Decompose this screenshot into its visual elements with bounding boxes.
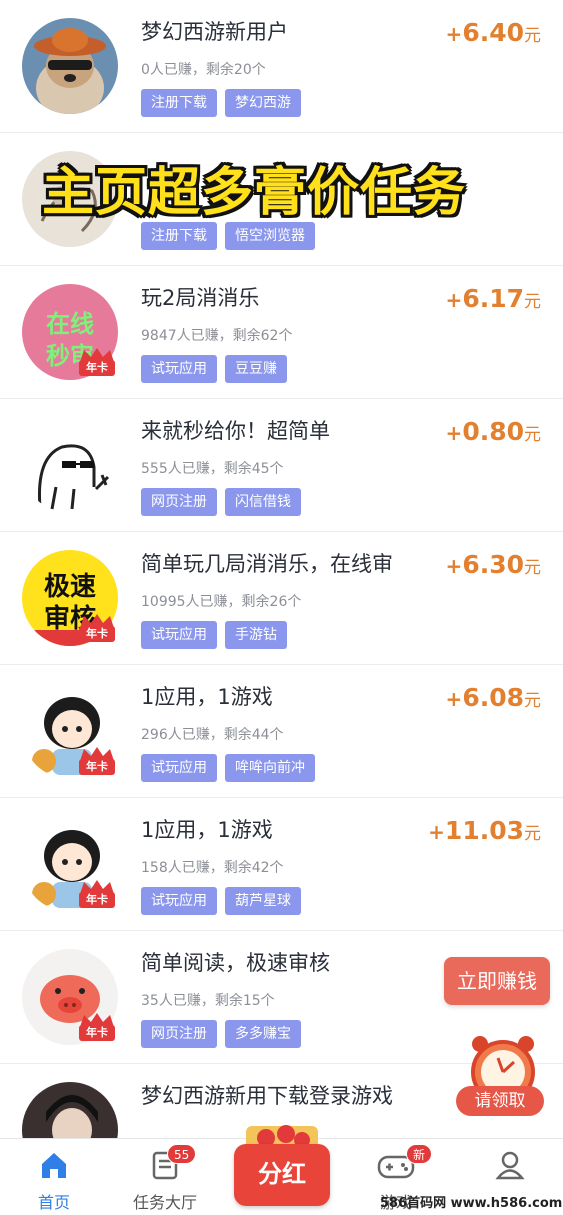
games-new-badge: 新: [406, 1144, 433, 1164]
task-title: 梦幻西游新用户: [141, 20, 288, 44]
watermark: 586首码网 www.h586.com: [380, 1196, 563, 1211]
task-item[interactable]: 年卡 1应用，1游戏 +6.08元 296人已赚，剩余44个 试玩应用 哞哞向前…: [0, 665, 563, 798]
home-icon: [42, 1153, 66, 1178]
annual-card-crown-icon: 年卡: [78, 614, 116, 644]
task-item[interactable]: 梦幻西游新用户 +6.40元 0人已赚，剩余20个 注册下载 梦幻西游: [0, 0, 563, 133]
task-stats: 158人已赚，剩余42个: [141, 860, 284, 876]
task-item[interactable]: 来就秒给你！超简单 +0.80元 555人已赚，剩余45个 网页注册 闪信借钱: [0, 399, 563, 532]
task-title: 来就秒给你！超简单: [141, 419, 330, 443]
dividend-button[interactable]: 分红: [232, 1120, 332, 1212]
task-title: 简单玩几局消消乐，在线审: [141, 552, 393, 576]
task-tag-app: 豆豆赚: [225, 355, 287, 383]
annual-card-crown-icon: 年卡: [78, 1013, 116, 1043]
tab-home[interactable]: 首页: [4, 1139, 104, 1215]
annual-card-crown-icon: 年卡: [78, 348, 116, 378]
task-reward: +6.17元: [445, 284, 541, 313]
task-title: 梦幻西游新用下载登录游戏: [141, 1084, 393, 1108]
task-title: 简单阅读，极速审核: [141, 951, 330, 975]
task-tag-type: 网页注册: [141, 488, 217, 516]
task-stats: 35人已赚，剩余15个: [141, 993, 275, 1009]
task-tag-type: 网页注册: [141, 1020, 217, 1048]
task-tag-type: 试玩应用: [141, 887, 217, 915]
task-item[interactable]: 极速 审核 年卡 简单玩几局消消乐，在线审 +6.30元 10995人已赚，剩余…: [0, 532, 563, 665]
task-tag-app: 闪信借钱: [225, 488, 301, 516]
task-stats: 555人已赚，剩余45个: [141, 461, 284, 477]
task-tag-app: 手游钻: [225, 621, 287, 649]
task-reward: +6.30元: [445, 550, 541, 579]
tab-tasks[interactable]: 55 任务大厅: [115, 1139, 215, 1215]
task-reward: +0.80元: [445, 417, 541, 446]
person-avatar: [22, 1082, 118, 1138]
dividend-label: 分红: [258, 1160, 306, 1188]
dog-avatar: [22, 18, 118, 114]
promo-overlay-banner: 主页超多膏价任务: [42, 163, 467, 223]
task-stats: 10995人已赚，剩余26个: [141, 594, 302, 610]
tab-tasks-label: 任务大厅: [132, 1193, 197, 1212]
user-icon: [495, 1151, 525, 1180]
task-reward: +6.40元: [445, 18, 541, 47]
task-tag-type: 试玩应用: [141, 754, 217, 782]
task-tag-app: 多多赚宝: [225, 1020, 301, 1048]
tab-home-label: 首页: [37, 1193, 70, 1212]
task-tag-app: 葫芦星球: [225, 887, 301, 915]
task-tag-type: 注册下载: [141, 222, 217, 250]
task-tag-app: 梦幻西游: [225, 89, 301, 117]
task-reward: +6.08元: [445, 683, 541, 712]
annual-card-crown-icon: 年卡: [78, 747, 116, 777]
task-tag-type: 注册下载: [141, 89, 217, 117]
sunglasses-doodle-avatar: [22, 417, 118, 513]
claim-button[interactable]: 请领取: [456, 1086, 544, 1116]
task-title: 玩2局消消乐: [141, 286, 260, 310]
task-tag-type: 试玩应用: [141, 355, 217, 383]
avatar-text-line1: 在线: [46, 310, 94, 338]
earn-now-button[interactable]: 立即赚钱: [444, 957, 550, 1005]
tasks-count-badge: 55: [167, 1144, 197, 1164]
task-stats: 0人已赚，剩余20个: [141, 62, 266, 78]
task-title: 1应用，1游戏: [141, 818, 273, 842]
task-reward: +11.03元: [428, 816, 541, 845]
task-stats: 296人已赚，剩余44个: [141, 727, 284, 743]
task-item[interactable]: 在线 秒审 年卡 玩2局消消乐 +6.17元 9847人已赚，剩余62个 试玩应…: [0, 266, 563, 399]
task-stats: 9847人已赚，剩余62个: [141, 328, 293, 344]
task-tag-app: 悟空浏览器: [225, 222, 315, 250]
task-tag-type: 试玩应用: [141, 621, 217, 649]
annual-card-crown-icon: 年卡: [78, 880, 116, 910]
task-title: 1应用，1游戏: [141, 685, 273, 709]
task-tag-app: 哞哞向前冲: [225, 754, 315, 782]
task-item[interactable]: 年卡 1应用，1游戏 +11.03元 158人已赚，剩余42个 试玩应用 葫芦星…: [0, 798, 563, 931]
